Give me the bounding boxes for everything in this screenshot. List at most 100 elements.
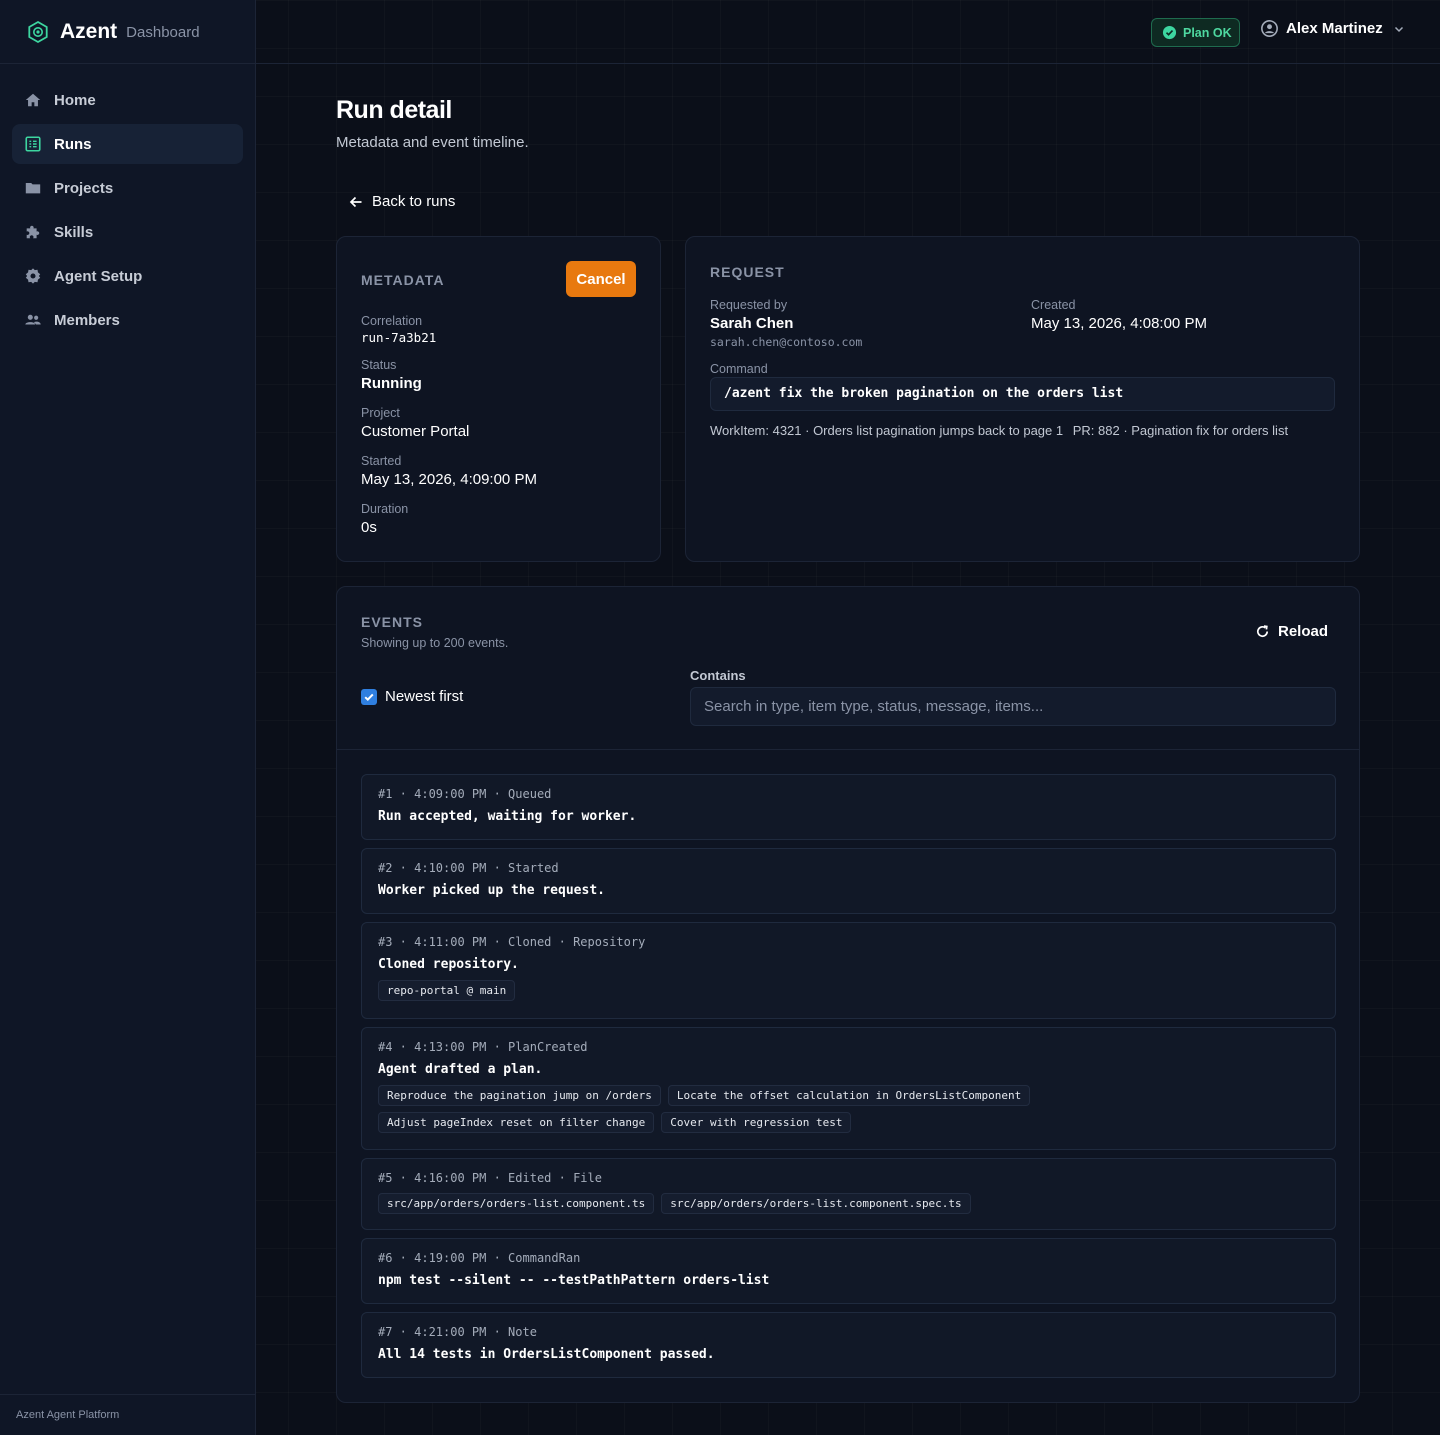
status-value: Running: [361, 375, 422, 392]
sidebar-item-runs[interactable]: Runs: [12, 124, 243, 164]
gear-icon: [25, 268, 41, 284]
list-icon: [25, 136, 41, 152]
contains-label: Contains: [690, 668, 746, 683]
sidebar: Azent Dashboard Home Runs Projects Skill…: [0, 0, 256, 1435]
event-message: npm test --silent -- --testPathPattern o…: [378, 1273, 770, 1288]
event-chips: src/app/orders/orders-list.component.ts …: [378, 1193, 1319, 1220]
puzzle-icon: [26, 225, 40, 239]
command-label: Command: [710, 362, 768, 376]
event-row: #7 · 4:21:00 PM · Note All 14 tests in O…: [361, 1312, 1336, 1378]
cancel-button[interactable]: Cancel: [566, 261, 636, 297]
events-card: EVENTS Showing up to 200 events. Reload …: [336, 586, 1360, 1403]
folder-icon: [25, 183, 41, 194]
newest-first-toggle[interactable]: Newest first: [361, 688, 463, 705]
project-label: Project: [361, 406, 400, 420]
page-subtitle: Metadata and event timeline.: [336, 134, 529, 151]
event-header: #7 · 4:21:00 PM · Note: [378, 1325, 537, 1339]
references-line: WorkItem: 4321 · Orders list pagination …: [710, 423, 1288, 438]
metadata-heading: METADATA: [361, 272, 445, 288]
brand-subtitle: Dashboard: [126, 24, 200, 41]
correlation-value: run-7a3b21: [361, 330, 437, 345]
event-message: Cloned repository.: [378, 957, 519, 972]
chevron-down-icon: [1394, 26, 1403, 32]
request-heading: REQUEST: [710, 264, 785, 280]
page-title: Run detail: [336, 96, 452, 124]
requested-by-label: Requested by: [710, 298, 788, 312]
sidebar-footer: Azent Agent Platform: [0, 1394, 255, 1435]
event-message: Worker picked up the request.: [378, 883, 605, 898]
sidebar-item-home[interactable]: Home: [12, 80, 243, 120]
brand-name: Azent: [60, 19, 118, 43]
created-value: May 13, 2026, 4:08:00 PM: [1031, 315, 1207, 332]
brand[interactable]: Azent Dashboard: [0, 0, 255, 64]
sidebar-item-label: Agent Setup: [54, 267, 143, 285]
event-header: #5 · 4:16:00 PM · Edited · File: [378, 1171, 602, 1185]
check-icon: [364, 693, 374, 701]
event-header: #2 · 4:10:00 PM · Started: [378, 861, 559, 875]
started-value: May 13, 2026, 4:09:00 PM: [361, 471, 537, 488]
user-name: Alex Martinez: [1286, 20, 1383, 37]
event-chips: repo-portal @ main: [378, 980, 1319, 1007]
plan-status-badge[interactable]: Plan OK: [1151, 18, 1240, 47]
sidebar-item-label: Skills: [54, 223, 94, 241]
plan-badge-label: Plan OK: [1183, 25, 1232, 40]
event-message: Run accepted, waiting for worker.: [378, 809, 637, 824]
event-header: #6 · 4:19:00 PM · CommandRan: [378, 1251, 581, 1265]
back-label: Back to runs: [372, 193, 456, 210]
home-icon: [25, 93, 41, 107]
event-chip: Reproduce the pagination jump on /orders: [378, 1085, 661, 1106]
sidebar-nav: Home Runs Projects Skills Agent Setup Me…: [0, 64, 255, 360]
logo-icon: [28, 20, 48, 43]
reload-label: Reload: [1278, 623, 1329, 640]
newest-first-checkbox[interactable]: [361, 688, 377, 705]
requester-email: sarah.chen@contoso.com: [710, 335, 863, 349]
event-row: #2 · 4:10:00 PM · Started Worker picked …: [361, 848, 1336, 914]
event-row: #4 · 4:13:00 PM · PlanCreated Agent draf…: [361, 1027, 1336, 1150]
event-header: #1 · 4:09:00 PM · Queued: [378, 787, 552, 801]
users-icon: [25, 314, 41, 325]
sidebar-item-label: Members: [54, 311, 120, 329]
sidebar-item-skills[interactable]: Skills: [12, 212, 243, 252]
pr-link[interactable]: PR: 882 · Pagination fix for orders list: [1073, 423, 1288, 438]
event-row: #1 · 4:09:00 PM · Queued Run accepted, w…: [361, 774, 1336, 840]
requester-name: Sarah Chen: [710, 315, 794, 332]
back-to-runs-link[interactable]: Back to runs: [348, 193, 455, 210]
event-chip: Locate the offset calculation in OrdersL…: [667, 1085, 1031, 1106]
duration-label: Duration: [361, 502, 409, 516]
event-chip: src/app/orders/orders-list.component.spe…: [661, 1193, 971, 1214]
arrow-left-icon: [349, 196, 362, 207]
project-value: Customer Portal: [361, 423, 470, 440]
workitem-link[interactable]: WorkItem: 4321 · Orders list pagination …: [710, 423, 1063, 438]
contains-search-input[interactable]: [690, 687, 1336, 726]
sidebar-item-label: Projects: [54, 179, 114, 197]
event-header: #4 · 4:13:00 PM · PlanCreated: [378, 1040, 588, 1054]
event-chip: Cover with regression test: [661, 1112, 852, 1133]
events-divider: [337, 749, 1359, 750]
reload-button[interactable]: Reload: [1255, 623, 1328, 640]
metadata-card: METADATA Cancel Correlation run-7a3b21 S…: [336, 236, 661, 562]
started-label: Started: [361, 454, 402, 468]
sidebar-item-label: Home: [54, 91, 96, 109]
command-box: /azent fix the broken pagination on the …: [710, 377, 1335, 411]
refresh-icon: [1256, 625, 1269, 638]
created-label: Created: [1031, 298, 1076, 312]
correlation-label: Correlation: [361, 314, 423, 328]
sidebar-item-projects[interactable]: Projects: [12, 168, 243, 208]
event-chip: repo-portal @ main: [378, 980, 516, 1001]
check-badge-icon: [1162, 25, 1177, 40]
request-card: REQUEST Requested by Sarah Chen sarah.ch…: [685, 236, 1360, 562]
topbar: Plan OK Alex Martinez: [256, 0, 1440, 64]
events-heading: EVENTS: [361, 614, 424, 630]
event-message: All 14 tests in OrdersListComponent pass…: [378, 1347, 715, 1362]
sidebar-item-agent-setup[interactable]: Agent Setup: [12, 256, 243, 296]
duration-value: 0s: [361, 519, 377, 536]
sidebar-item-members[interactable]: Members: [12, 300, 243, 340]
user-avatar-icon: [1261, 20, 1278, 37]
user-menu[interactable]: Alex Martinez: [1261, 20, 1405, 37]
event-message: Agent drafted a plan.: [378, 1062, 543, 1077]
event-row: #5 · 4:16:00 PM · Edited · File src/app/…: [361, 1158, 1336, 1230]
status-label: Status: [361, 358, 397, 372]
event-header: #3 · 4:11:00 PM · Cloned · Repository: [378, 935, 646, 949]
event-chip: src/app/orders/orders-list.component.ts: [378, 1193, 655, 1214]
event-row: #6 · 4:19:00 PM · CommandRan npm test --…: [361, 1238, 1336, 1304]
